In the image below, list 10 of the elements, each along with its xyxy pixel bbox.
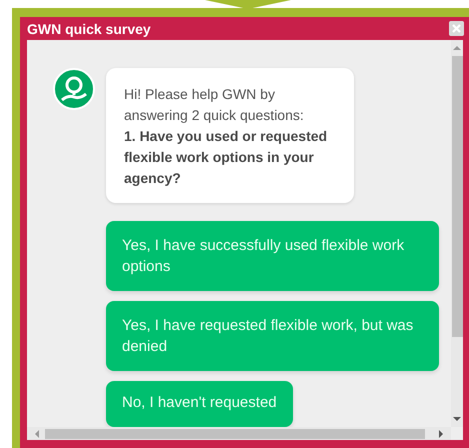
message-text: Hi! Please help GWN by answering 2 quick questions: — [124, 85, 305, 125]
answer-option[interactable]: No, I haven't requested — [106, 381, 293, 427]
window-title: GWN quick survey — [27, 20, 151, 36]
close-button[interactable] — [449, 21, 464, 36]
avatar-icon — [53, 68, 95, 110]
question-text: 1. Have you used or requested flexible work options in your agency? — [124, 127, 328, 188]
answer-option[interactable]: Yes, I have requested flexible work, but was denied — [106, 301, 439, 371]
answer-option[interactable]: Yes, I have successfully used flexible work options — [106, 221, 439, 291]
vertical-scrollbar[interactable] — [451, 40, 463, 427]
horizontal-scrollbar[interactable] — [27, 427, 451, 440]
